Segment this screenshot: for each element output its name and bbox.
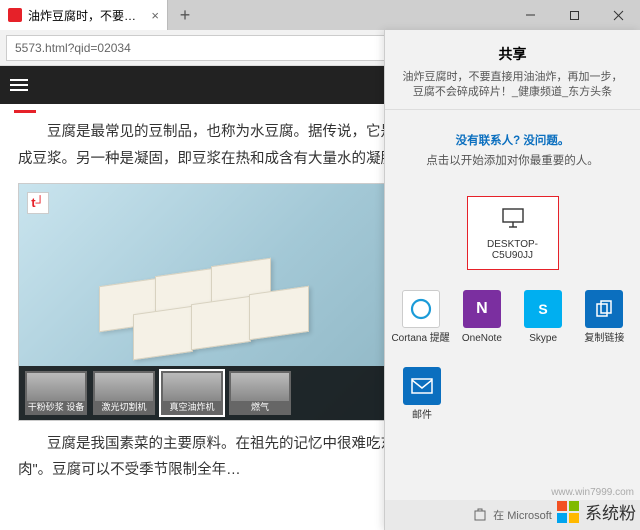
cortana-icon [402,290,440,328]
monitor-icon [472,207,554,235]
maximize-button[interactable] [552,0,596,30]
close-icon[interactable]: × [151,8,159,23]
watermark-text: 系统粉 [585,499,636,524]
watermark-url: www.win7999.com [551,487,634,498]
hamburger-icon[interactable] [10,79,28,91]
share-header: 共享 油炸豆腐时，不要直接用油油炸，再加一步，豆腐不会碎成碎片！_健康频道_东方… [385,30,640,110]
mail-icon [403,367,441,405]
no-contacts-title: 没有联系人? 没问题。 [401,132,624,148]
device-name: DESKTOP-C5U90JJ [472,239,554,261]
skype-icon: S [524,290,562,328]
thumbnail[interactable]: 真空油炸机 [161,371,223,415]
window-controls [508,0,640,30]
windows-logo-icon [557,501,579,523]
tab-bar: 油炸豆腐时，不要直接 × + [0,0,640,30]
url-text: 5573.html?qid=02034 [15,41,131,55]
share-subtitle: 油炸豆腐时，不要直接用油油炸，再加一步，豆腐不会碎成碎片！_健康频道_东方头条 [399,70,626,101]
share-title: 共享 [399,44,626,64]
app-skype[interactable]: S Skype [514,290,573,357]
store-icon [473,507,487,524]
no-contacts-sub: 点击以开始添加对你最重要的人。 [401,152,624,168]
share-apps-row2: 邮件 [385,361,640,440]
app-mail[interactable]: 邮件 [391,367,453,434]
thumbnail[interactable]: 干粉砂浆 设备 [25,371,87,415]
app-onenote[interactable]: N OneNote [452,290,511,357]
onenote-icon: N [463,290,501,328]
app-copy-link[interactable]: 复制链接 [575,290,634,357]
thumbnail[interactable]: 燃气 [229,371,291,415]
close-window-button[interactable] [596,0,640,30]
tab-title: 油炸豆腐时，不要直接 [28,7,145,24]
watermark: 系统粉 [557,499,636,524]
share-contacts: 没有联系人? 没问题。 点击以开始添加对你最重要的人。 [385,110,640,190]
app-cortana[interactable]: Cortana 提醒 [391,290,450,357]
copy-badge-icon[interactable]: t┘ [27,192,49,214]
minimize-button[interactable] [508,0,552,30]
copylink-icon [585,290,623,328]
favicon [8,8,22,22]
tofu-illustration [99,252,319,362]
share-device[interactable]: DESKTOP-C5U90JJ [467,196,559,270]
share-panel: 共享 油炸豆腐时，不要直接用油油炸，再加一步，豆腐不会碎成碎片！_健康频道_东方… [384,30,640,530]
new-tab-button[interactable]: + [168,0,202,30]
svg-text:S: S [538,301,547,317]
thumbnail[interactable]: 激光切割机 [93,371,155,415]
browser-tab[interactable]: 油炸豆腐时，不要直接 × [0,0,168,30]
share-apps: Cortana 提醒 N OneNote S Skype 复制链接 [385,270,640,361]
